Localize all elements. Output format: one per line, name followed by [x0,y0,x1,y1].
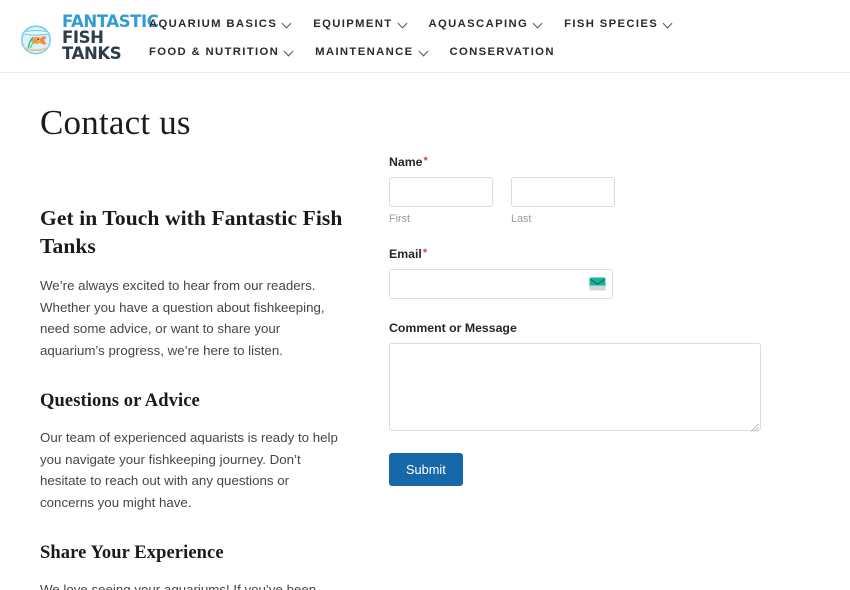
section-heading: Share Your Experience [40,543,224,564]
message-textarea[interactable] [389,343,761,431]
name-first-wrapper: First [389,177,493,225]
nav-label: AQUARIUM BASICS [149,18,278,30]
name-last-wrapper: Last [511,177,615,225]
section-heading: Questions or Advice [40,391,200,412]
chevron-down-icon [399,19,408,28]
fishbowl-icon [17,19,55,57]
chevron-down-icon [664,19,673,28]
email-input[interactable] [389,269,613,299]
first-name-input[interactable] [389,177,493,207]
left-column-intro: We’re always excited to hear from our re… [40,278,325,358]
page-content: Get in Touch with Fantastic Fish Tanks W… [0,143,850,590]
main-navigation: AQUARIUM BASICS EQUIPMENT AQUASCAPING FI… [140,0,840,66]
site-logo[interactable]: FANTASTIC FISH TANKS [0,0,159,62]
content-column-right: Name* First Last Email* Comment or Messa… [345,155,850,486]
nav-item-fish-species[interactable]: FISH SPECIES [564,10,690,38]
section-share-your-experience: Share Your Experience We love seeing you… [40,543,345,590]
page-title-area: Contact us [0,73,850,143]
nav-item-food-and-nutrition[interactable]: FOOD & NUTRITION [149,38,311,66]
first-name-sublabel: First [389,213,410,225]
email-input-wrapper [389,269,613,299]
nav-item-maintenance[interactable]: MAINTENANCE [315,38,445,66]
site-header: FANTASTIC FISH TANKS AQUARIUM BASICS EQU… [0,0,850,73]
nav-item-equipment[interactable]: EQUIPMENT [313,10,424,38]
content-column-left: Get in Touch with Fantastic Fish Tanks W… [0,205,345,590]
nav-item-aquarium-basics[interactable]: AQUARIUM BASICS [149,10,309,38]
nav-label: FOOD & NUTRITION [149,46,280,58]
name-label: Name* [389,155,796,169]
chevron-down-icon [534,19,543,28]
contact-form: Name* First Last Email* Comment or Messa… [389,155,796,486]
nav-label: EQUIPMENT [313,18,393,30]
chevron-down-icon [283,19,292,28]
nav-item-aquascaping[interactable]: AQUASCAPING [429,10,561,38]
section-questions-or-advice: Questions or Advice Our team of experien… [40,391,345,513]
left-column-heading: Get in Touch with Fantastic Fish Tanks [40,206,343,258]
message-label: Comment or Message [389,321,517,335]
field-group-name: Name* First Last [389,155,796,225]
nav-label: FISH SPECIES [564,18,659,30]
field-group-message: Comment or Message [389,321,796,432]
nav-item-conservation[interactable]: CONSERVATION [450,38,572,66]
section-body: Our team of experienced aquarists is rea… [40,430,338,510]
required-marker: * [422,247,428,259]
email-label-text: Email [389,247,422,261]
email-label: Email* [389,247,796,261]
section-body: We love seeing your aquariums! If you’ve… [40,582,317,590]
message-input-wrapper [389,343,761,432]
required-marker: * [423,155,428,167]
chevron-down-icon [420,47,429,56]
last-name-input[interactable] [511,177,615,207]
nav-label: AQUASCAPING [428,18,529,30]
page-title: Contact us [40,103,191,142]
envelope-icon[interactable] [589,277,606,291]
name-label-text: Name [389,155,423,169]
nav-label: MAINTENANCE [315,46,414,58]
nav-label: CONSERVATION [449,46,555,58]
chevron-down-icon [285,47,294,56]
submit-button[interactable]: Submit [389,453,463,486]
field-group-email: Email* [389,247,796,299]
name-input-row: First Last [389,177,796,225]
last-name-sublabel: Last [511,213,532,225]
